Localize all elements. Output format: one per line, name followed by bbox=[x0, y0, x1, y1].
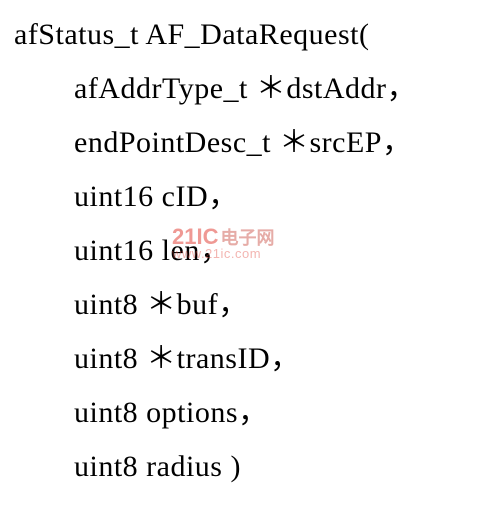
param-options: uint8 options， bbox=[14, 398, 504, 428]
param-dstAddr: afAddrType_t ＊dstAddr， bbox=[14, 74, 504, 104]
code-block: afStatus_t AF_DataRequest( afAddrType_t … bbox=[14, 20, 504, 482]
param-radius: uint8 radius ) bbox=[14, 452, 504, 482]
param-buf: uint8 ＊buf， bbox=[14, 290, 504, 320]
param-cID: uint16 cID， bbox=[14, 182, 504, 212]
param-len: uint16 len， bbox=[14, 236, 504, 266]
param-srcEP: endPointDesc_t ＊srcEP， bbox=[14, 128, 504, 158]
param-transID: uint8 ＊transID， bbox=[14, 344, 504, 374]
function-declaration: afStatus_t AF_DataRequest( bbox=[14, 20, 504, 50]
